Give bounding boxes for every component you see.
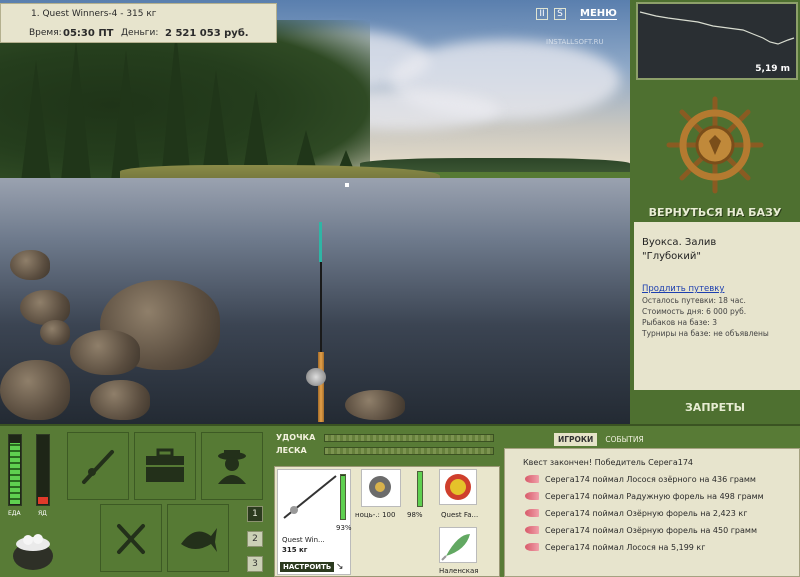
rod-tension-slider[interactable] xyxy=(324,434,494,442)
reel-icon xyxy=(369,476,391,498)
expand-arrow-icon[interactable]: ↘ xyxy=(336,562,344,572)
money-value: 2 521 053 руб. xyxy=(165,28,249,39)
rod-name: Quest Win... xyxy=(282,536,325,544)
reel-card[interactable] xyxy=(361,469,401,507)
events-list: Квест закончен! Победитель Серега174 Сер… xyxy=(504,448,800,577)
rod-weight: 315 кг xyxy=(282,546,308,554)
poison-gauge xyxy=(36,434,50,506)
quest-line: 1. Quest Winners-4 - 315 кг xyxy=(31,9,157,19)
rod-tension-label: УДОЧКА xyxy=(276,433,316,442)
info-panel: 1. Quest Winners-4 - 315 кг Время: 05:30… xyxy=(0,3,277,43)
list-item: Серега174 поймал Озёрную форель на 2,423… xyxy=(505,506,747,520)
tune-button[interactable]: НАСТРОИТЬ xyxy=(280,562,335,572)
fishers-count: Рыбаков на базе: 3 xyxy=(642,318,717,327)
watermark: INSTALLSOFT.RU xyxy=(546,38,604,46)
base-info: Вуокса. Залив "Глубокий" Продлить путевк… xyxy=(634,222,800,390)
fishing-scene[interactable]: INSTALLSOFT.RU xyxy=(0,0,630,424)
list-item: Серега174 поймал Лосося озёрного на 436 … xyxy=(505,472,756,486)
tackle-cards: 93% Quest Win... 315 кг НАСТРОИТЬ ↘ ноць… xyxy=(274,466,500,577)
money-label: Деньги: xyxy=(121,28,159,38)
permit-remaining: Осталось путевки: 18 час. xyxy=(642,296,746,305)
extend-permit-link[interactable]: Продлить путевку xyxy=(642,284,724,294)
tackle-box-icon xyxy=(146,448,184,482)
rod-condition: 93% xyxy=(336,524,352,532)
line-tension-label: ЛЕСКА xyxy=(276,446,307,455)
lure-icon xyxy=(525,526,539,534)
tackle-box-button[interactable] xyxy=(134,432,196,500)
fish-catch-button[interactable] xyxy=(167,504,229,572)
poison-label: ЯД xyxy=(38,510,47,517)
lure-name: Наленская xyxy=(439,567,479,575)
page-3-button[interactable]: 3 xyxy=(247,556,263,572)
game-window: INSTALLSOFT.RU 1. Quest Winners-4 - 315 … xyxy=(0,0,800,577)
lure-icon xyxy=(525,509,539,517)
reel-name: ноць-.: 100 xyxy=(355,511,396,519)
bait-name: Quest Fa... xyxy=(441,511,479,519)
events-tabs: ИГРОКИ СОБЫТИЯ xyxy=(554,433,648,446)
line-tension-slider[interactable] xyxy=(324,447,494,455)
rod-card[interactable]: 93% Quest Win... 315 кг НАСТРОИТЬ ↘ xyxy=(277,469,352,575)
list-item: Серега174 поймал Озёрную форель на 450 г… xyxy=(505,523,757,537)
lure-icon xyxy=(525,475,539,483)
depth-value: 5,19 m xyxy=(755,64,790,74)
cooking-button[interactable] xyxy=(100,504,162,572)
rod-tool-button[interactable] xyxy=(67,432,129,500)
base-name-line1: Вуокса. Залив xyxy=(642,237,717,248)
time-label: Время: xyxy=(29,28,62,38)
menu-button[interactable]: МЕНЮ xyxy=(580,8,617,20)
bait-card[interactable] xyxy=(439,469,477,505)
lure-icon xyxy=(525,492,539,500)
day-cost: Стоимость дня: 6 000 руб. xyxy=(642,307,747,316)
status-gauges: ЕДА ЯД xyxy=(4,434,60,574)
fishing-rod[interactable] xyxy=(306,222,326,422)
tab-events[interactable]: СОБЫТИЯ xyxy=(601,433,647,446)
page-1-button[interactable]: 1 xyxy=(247,506,263,522)
bottom-panel: ЕДА ЯД 1 2 3 УДОЧКА ЛЕСКА 93% Quest Win.… xyxy=(0,424,800,577)
list-item: Серега174 поймал Радужную форель на 498 … xyxy=(505,489,764,503)
fish-icon xyxy=(181,528,217,552)
pause-button[interactable]: II xyxy=(536,8,548,20)
knife-fork-icon xyxy=(117,524,145,554)
tab-players[interactable]: ИГРОКИ xyxy=(554,433,598,446)
fisherman-button[interactable] xyxy=(201,432,263,500)
list-item: Квест закончен! Победитель Серега174 xyxy=(523,457,693,467)
events-panel: ИГРОКИ СОБЫТИЯ Квест закончен! Победител… xyxy=(504,428,800,577)
fisherman-icon xyxy=(218,450,246,484)
list-item: Серега174 поймал Лосося на 5,199 кг xyxy=(505,540,705,554)
ship-wheel-icon[interactable] xyxy=(630,90,800,200)
bait-icon xyxy=(445,474,471,500)
top-menu: II S МЕНЮ xyxy=(536,6,617,22)
reel-condition: 98% xyxy=(407,511,423,519)
rod-icon xyxy=(283,475,337,519)
tournaments: Турниры на базе: не объявлены xyxy=(642,329,769,338)
lure-card[interactable] xyxy=(439,527,477,563)
depth-chart: 5,19 m xyxy=(636,2,798,80)
food-label: ЕДА xyxy=(8,510,21,517)
rocky-shore xyxy=(0,180,240,424)
spoon-lure-icon xyxy=(441,534,470,561)
right-panel: 5,19 m ВЕРНУТЬСЯ НА БАЗУ Вуокса. Залив "… xyxy=(630,0,800,424)
rock xyxy=(345,390,405,420)
base-name-line2: "Глубокий" xyxy=(642,251,701,262)
page-2-button[interactable]: 2 xyxy=(247,531,263,547)
float-marker xyxy=(345,183,349,187)
lure-icon xyxy=(525,543,539,551)
time-value: 05:30 ПТ xyxy=(63,28,114,39)
bans-button[interactable]: ЗАПРЕТЫ xyxy=(630,401,800,414)
tackle-panel: УДОЧКА ЛЕСКА 93% Quest Win... 315 кг НАС… xyxy=(272,428,502,577)
return-to-base-button[interactable]: ВЕРНУТЬСЯ НА БАЗУ xyxy=(630,206,800,219)
food-gauge xyxy=(8,434,22,506)
sound-button[interactable]: S xyxy=(554,8,566,20)
rod-icon xyxy=(82,450,114,484)
food-pot-icon[interactable] xyxy=(10,532,56,572)
